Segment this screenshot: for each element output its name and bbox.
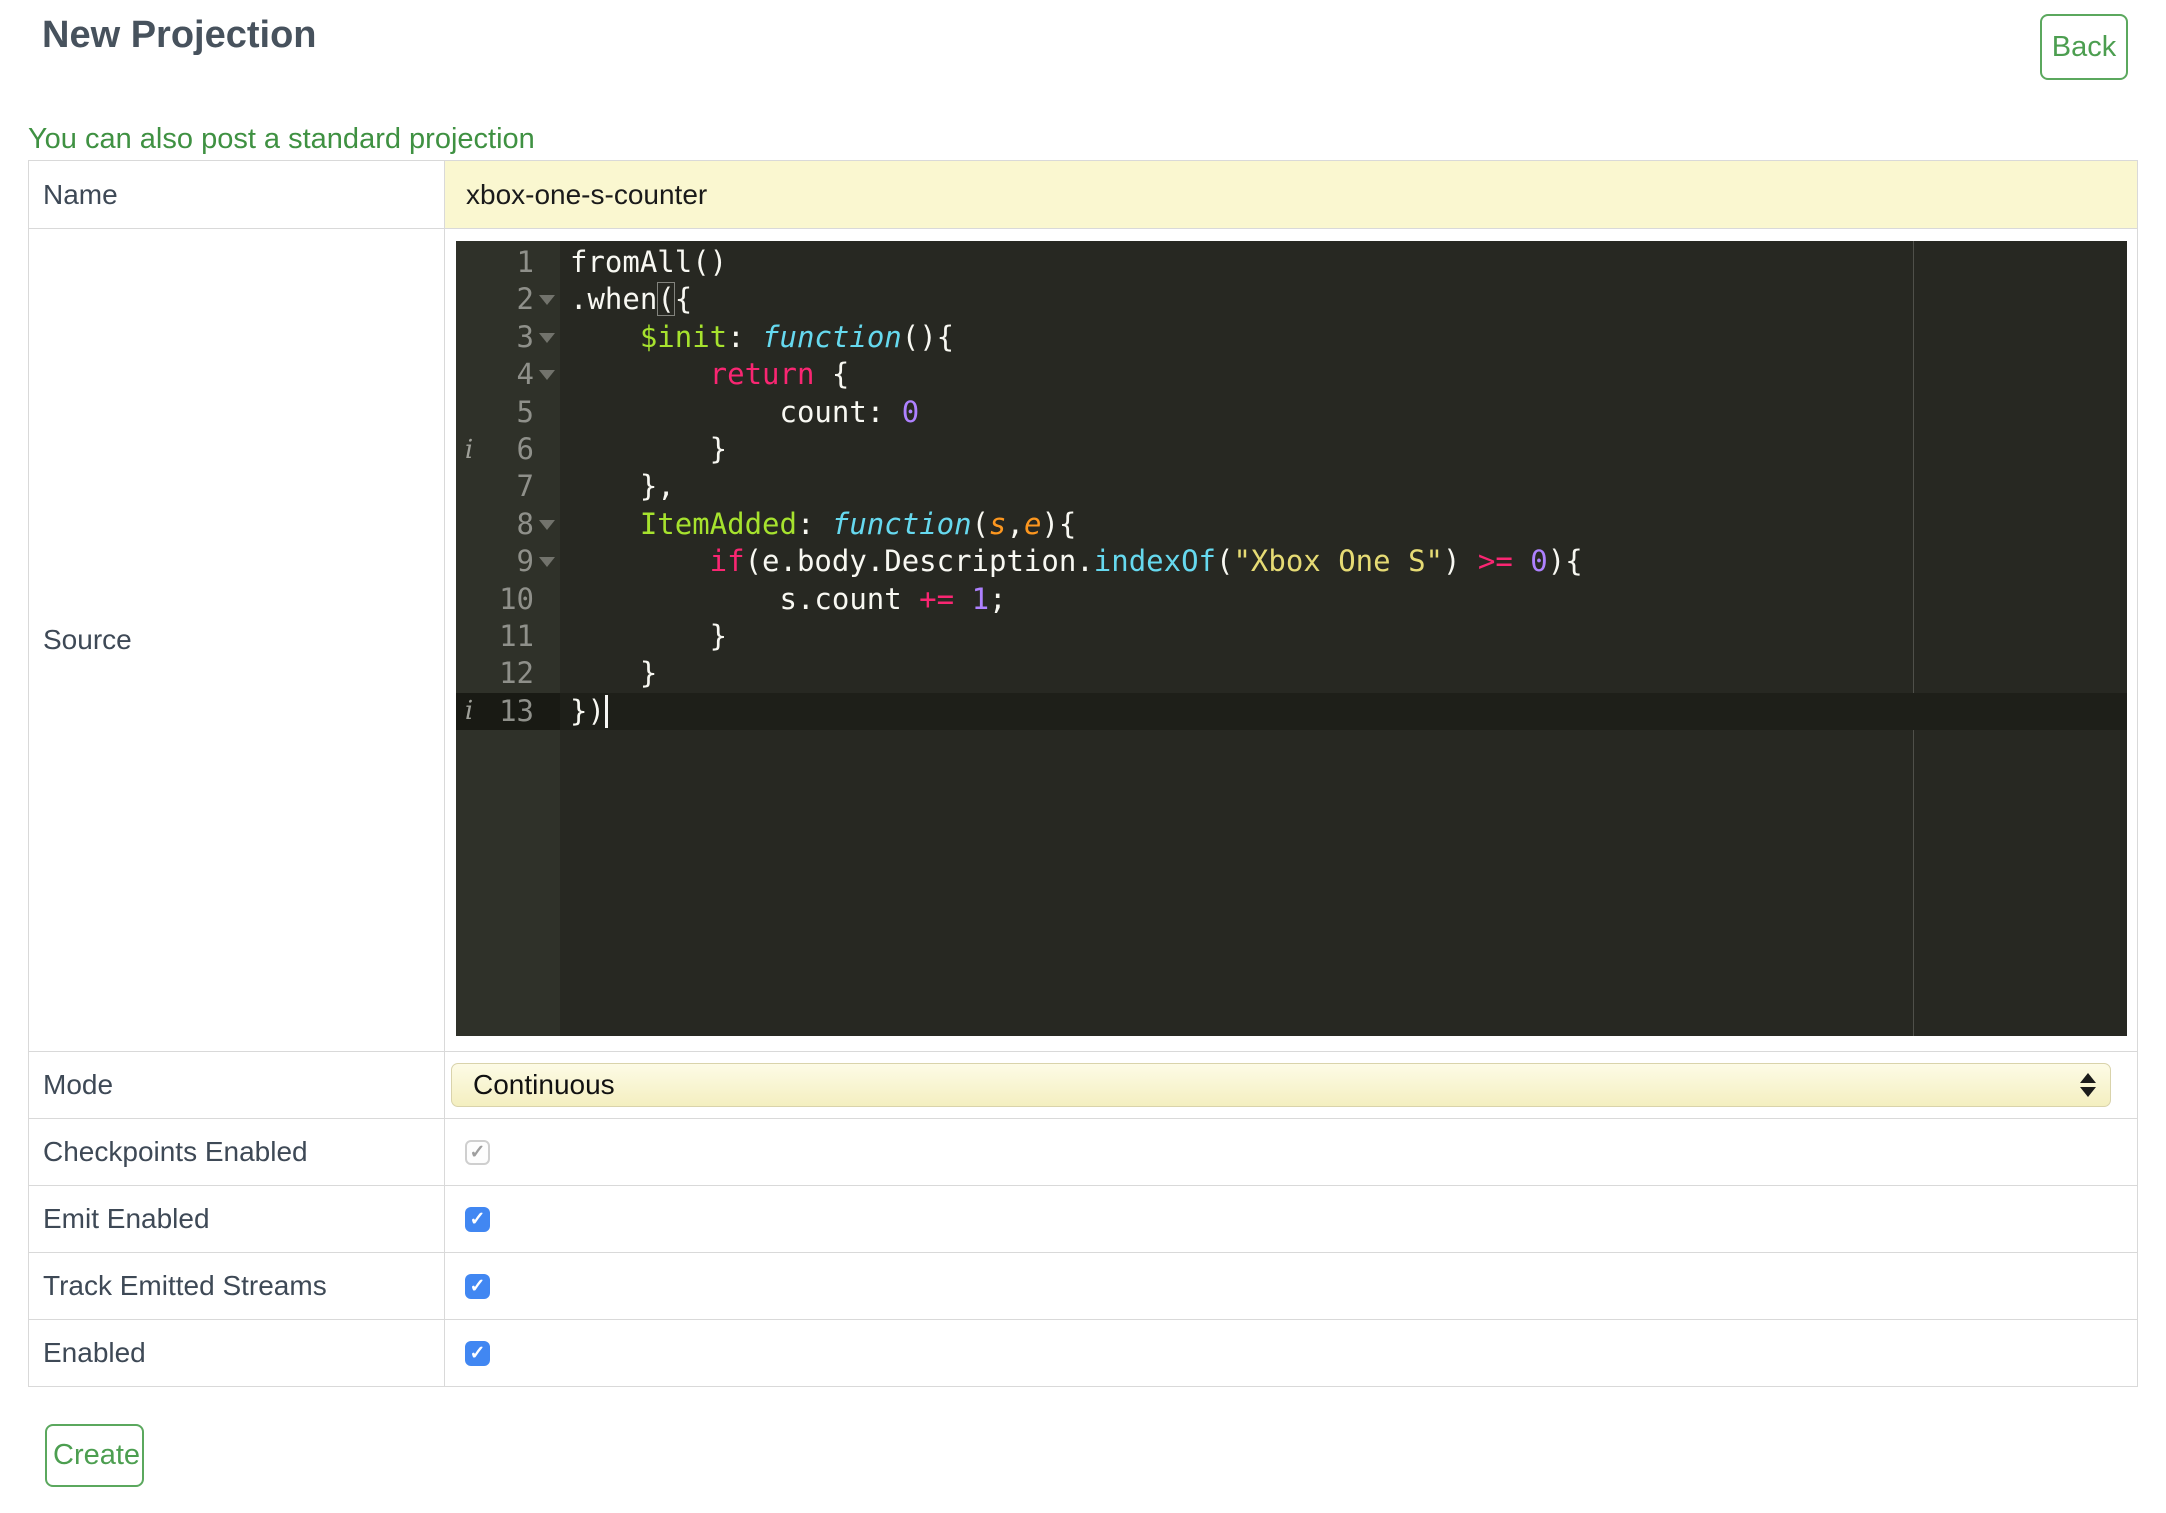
gutter-spacer bbox=[534, 394, 560, 431]
code-line-7[interactable]: }, bbox=[560, 468, 2127, 505]
gutter-spacer bbox=[534, 581, 560, 618]
line-number: 4 bbox=[516, 357, 534, 392]
code-line-9[interactable]: if(e.body.Description.indexOf("Xbox One … bbox=[560, 543, 2127, 580]
line-number: 3 bbox=[516, 319, 534, 354]
gutter-line-4: 4 bbox=[456, 356, 560, 393]
line-number: 11 bbox=[499, 618, 534, 653]
checkbox-cell-1: ✓ bbox=[445, 1186, 2137, 1252]
projection-form-table: Name Source 12345i6789101112i13 fromAll(… bbox=[28, 160, 2138, 1387]
gutter-spacer bbox=[534, 468, 560, 505]
checkbox-row-3: Enabled ✓ bbox=[29, 1319, 2137, 1386]
code-line-12[interactable]: } bbox=[560, 655, 2127, 692]
gutter-line-11: 11 bbox=[456, 618, 560, 655]
name-label: Name bbox=[29, 161, 445, 228]
editor-gutter: 1 2 3 4 5 i 6 7 8 9 10 11 12 i 13 bbox=[456, 241, 560, 1036]
standard-projection-link[interactable]: You can also post a standard projection bbox=[28, 123, 535, 156]
editor-content[interactable]: fromAll() .when({$init: function(){return… bbox=[560, 241, 2127, 1036]
gutter-spacer bbox=[534, 655, 560, 692]
checkbox-row-2: Track Emitted Streams ✓ bbox=[29, 1252, 2137, 1319]
code-line-11[interactable]: } bbox=[560, 618, 2127, 655]
gutter-line-9: 9 bbox=[456, 543, 560, 580]
code-line-4[interactable]: return { bbox=[560, 356, 2127, 393]
name-row: Name bbox=[29, 161, 2137, 228]
gutter-spacer bbox=[534, 693, 560, 730]
name-cell bbox=[445, 161, 2137, 228]
line-number: 2 bbox=[516, 282, 534, 317]
source-label: Source bbox=[29, 229, 445, 1051]
checkbox-label-0: Checkpoints Enabled bbox=[29, 1119, 445, 1185]
create-button[interactable]: Create bbox=[45, 1424, 144, 1487]
gutter-line-2: 2 bbox=[456, 281, 560, 318]
code-line-6[interactable]: } bbox=[560, 431, 2127, 468]
checkbox-row-0: Checkpoints Enabled ✓ bbox=[29, 1118, 2137, 1185]
mode-label: Mode bbox=[29, 1052, 445, 1118]
mode-cell: Continuous bbox=[445, 1052, 2137, 1118]
gutter-spacer bbox=[534, 244, 560, 281]
code-line-3[interactable]: $init: function(){ bbox=[560, 319, 2127, 356]
fold-arrow-icon[interactable] bbox=[534, 319, 560, 356]
emit-enabled-checkbox[interactable]: ✓ bbox=[465, 1206, 490, 1232]
checkbox-label-2: Track Emitted Streams bbox=[29, 1253, 445, 1319]
code-line-2[interactable]: .when({ bbox=[560, 281, 2127, 318]
source-cell: 1 2 3 4 5 i 6 7 8 9 10 11 12 i 13 fromAll() .when({$ini… bbox=[445, 229, 2137, 1051]
text-cursor bbox=[604, 694, 608, 728]
gutter-spacer bbox=[534, 431, 560, 468]
checkbox-cell-0: ✓ bbox=[445, 1119, 2137, 1185]
checkbox-cell-2: ✓ bbox=[445, 1253, 2137, 1319]
back-button[interactable]: Back bbox=[2040, 14, 2128, 80]
gutter-line-10: 10 bbox=[456, 581, 560, 618]
gutter-line-1: 1 bbox=[456, 244, 560, 281]
line-number: 8 bbox=[516, 506, 534, 541]
checkbox-label-3: Enabled bbox=[29, 1320, 445, 1386]
code-line-10[interactable]: s.count += 1; bbox=[560, 581, 2127, 618]
code-line-5[interactable]: count: 0 bbox=[560, 394, 2127, 431]
line-number: 9 bbox=[516, 544, 534, 579]
info-annotation-icon: i bbox=[464, 696, 474, 727]
checkbox-row-1: Emit Enabled ✓ bbox=[29, 1185, 2137, 1252]
name-input[interactable] bbox=[445, 161, 2137, 228]
line-number: 7 bbox=[516, 469, 534, 504]
gutter-spacer bbox=[534, 618, 560, 655]
gutter-line-7: 7 bbox=[456, 468, 560, 505]
select-arrows-icon bbox=[2080, 1073, 2096, 1097]
enabled-checkbox[interactable]: ✓ bbox=[465, 1340, 490, 1366]
line-number: 1 bbox=[516, 245, 534, 279]
checkpoints-enabled-checkbox: ✓ bbox=[465, 1139, 490, 1165]
line-number: 10 bbox=[499, 581, 534, 616]
code-editor[interactable]: 1 2 3 4 5 i 6 7 8 9 10 11 12 i 13 fromAll() .when({$ini… bbox=[456, 241, 2127, 1036]
gutter-line-3: 3 bbox=[456, 319, 560, 356]
line-number: 5 bbox=[516, 394, 534, 429]
fold-arrow-icon[interactable] bbox=[534, 356, 560, 393]
code-line-1[interactable]: fromAll() bbox=[560, 244, 2127, 281]
fold-arrow-icon[interactable] bbox=[534, 543, 560, 580]
mode-row: Mode Continuous bbox=[29, 1051, 2137, 1118]
code-line-8[interactable]: ItemAdded: function(s,e){ bbox=[560, 506, 2127, 543]
checkbox-cell-3: ✓ bbox=[445, 1320, 2137, 1386]
gutter-line-12: 12 bbox=[456, 655, 560, 692]
fold-arrow-icon[interactable] bbox=[534, 506, 560, 543]
gutter-line-5: 5 bbox=[456, 394, 560, 431]
code-line-13[interactable]: }) bbox=[560, 692, 2127, 731]
gutter-line-6: i6 bbox=[456, 431, 560, 468]
mode-selected-value: Continuous bbox=[473, 1069, 615, 1100]
source-row: Source 1 2 3 4 5 i 6 7 8 9 10 11 12 i 13 fromAll() .whe… bbox=[29, 228, 2137, 1051]
page-title: New Projection bbox=[42, 14, 317, 56]
gutter-line-8: 8 bbox=[456, 506, 560, 543]
line-number: 6 bbox=[516, 431, 534, 466]
line-number: 12 bbox=[499, 656, 534, 691]
gutter-line-13: i 13 bbox=[456, 692, 560, 731]
checkbox-label-1: Emit Enabled bbox=[29, 1186, 445, 1252]
fold-arrow-icon[interactable] bbox=[534, 281, 560, 318]
info-annotation-icon: i bbox=[464, 434, 474, 465]
mode-select[interactable]: Continuous bbox=[451, 1063, 2111, 1107]
line-number: 13 bbox=[499, 693, 534, 728]
track-emitted-streams-checkbox[interactable]: ✓ bbox=[465, 1273, 490, 1299]
